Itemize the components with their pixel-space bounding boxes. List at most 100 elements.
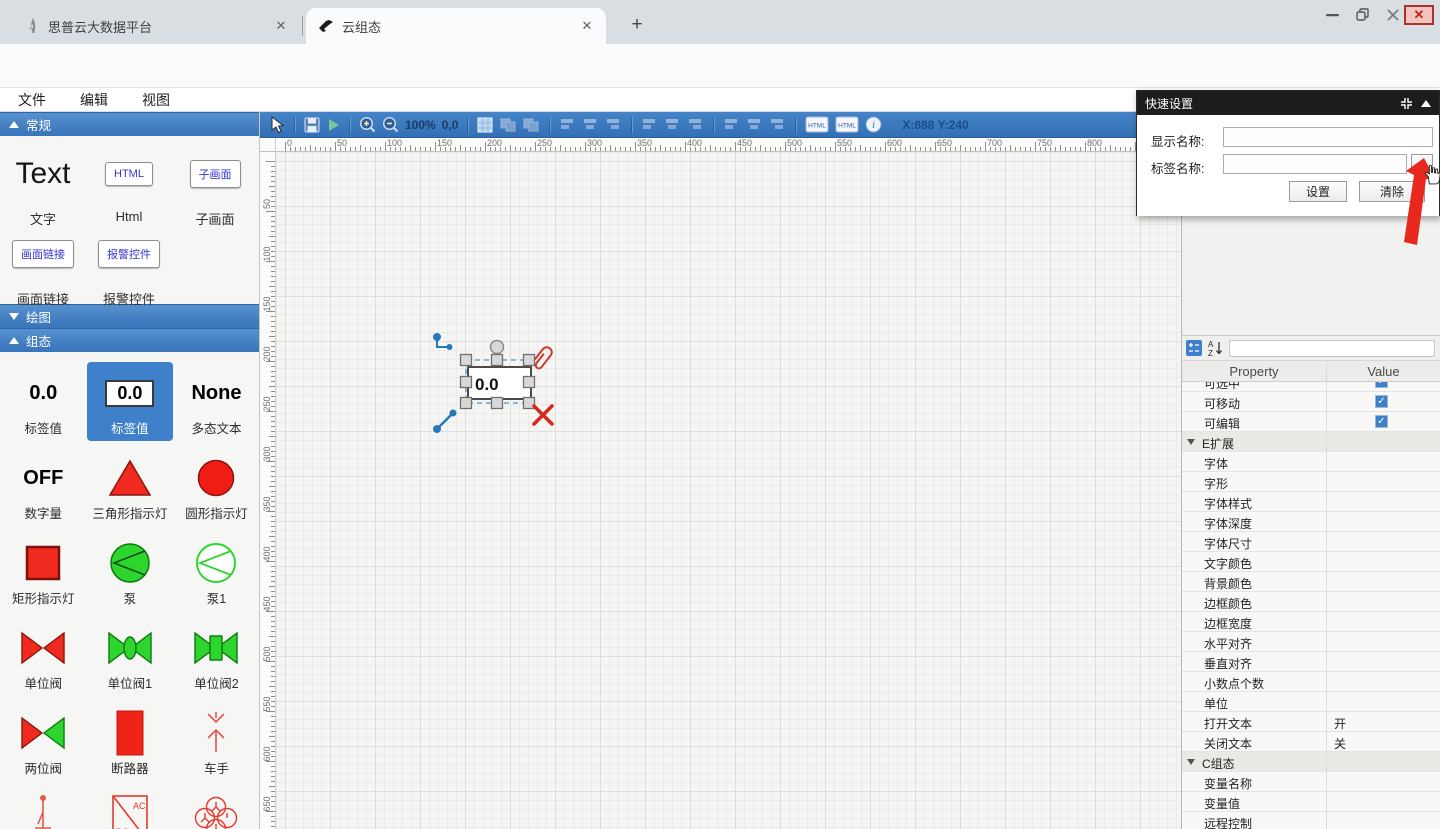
property-row[interactable]: 可编辑✓	[1182, 412, 1440, 432]
property-row[interactable]: 关闭文本关	[1182, 732, 1440, 752]
grid-toggle-icon[interactable]	[477, 117, 493, 133]
palette-item[interactable]: 泵	[87, 532, 174, 611]
set-button[interactable]: 设置	[1289, 181, 1347, 202]
palette-item-screen-link[interactable]: 画面链接 画面链接	[0, 228, 86, 308]
property-row[interactable]: 远程控制	[1182, 812, 1440, 829]
palette-item[interactable]: 断路器	[87, 702, 174, 781]
display-name-input[interactable]	[1223, 127, 1433, 147]
palette-item[interactable]: 刀闸	[0, 787, 87, 829]
restore-icon[interactable]	[1348, 3, 1378, 27]
align-top-icon[interactable]	[641, 117, 658, 133]
property-row[interactable]: 可选中✓	[1182, 382, 1440, 392]
distribute-vertical-icon[interactable]	[746, 117, 763, 133]
property-category-row[interactable]: C组态	[1182, 752, 1440, 772]
new-tab-button[interactable]: +	[624, 12, 650, 38]
dock-icon[interactable]	[1400, 97, 1413, 110]
run-icon[interactable]	[326, 117, 340, 133]
palette-item[interactable]: 0.0标签值	[87, 362, 174, 441]
palette-item[interactable]: 两位阀	[0, 702, 87, 781]
checkbox-checked-icon[interactable]: ✓	[1375, 382, 1388, 388]
palette-item-alarm-control[interactable]: 报警控件 报警控件	[86, 228, 172, 308]
html-export-icon-2[interactable]: HTML	[835, 116, 859, 133]
menu-view[interactable]: 视图	[142, 90, 170, 110]
property-row[interactable]: 边框宽度	[1182, 612, 1440, 632]
property-row[interactable]: 可移动✓	[1182, 392, 1440, 412]
property-row[interactable]: 字体样式	[1182, 492, 1440, 512]
property-column-header[interactable]: Property	[1182, 364, 1326, 379]
remote-close-button[interactable]: ✕	[1404, 5, 1434, 25]
categorize-icon[interactable]	[1185, 339, 1203, 357]
palette-item[interactable]: ACDC逆变器	[87, 787, 174, 829]
distribute-horizontal-icon[interactable]	[723, 117, 740, 133]
tag-name-input[interactable]	[1223, 154, 1407, 174]
align-left-icon[interactable]	[559, 117, 576, 133]
sort-az-icon[interactable]: AZ	[1207, 339, 1223, 357]
palette-item[interactable]: 矩形指示灯	[0, 532, 87, 611]
palette-item[interactable]: 单位阀2	[173, 617, 260, 696]
property-row[interactable]: 变量名称	[1182, 772, 1440, 792]
property-row[interactable]: 垂直对齐	[1182, 652, 1440, 672]
category-expand-icon[interactable]	[1187, 439, 1195, 445]
property-row[interactable]: 边框颜色	[1182, 592, 1440, 612]
browser-tab-1[interactable]: 思普云大数据平台 ✕	[14, 8, 300, 44]
palette-item[interactable]: 0.0标签值	[0, 362, 87, 441]
menu-file[interactable]: 文件	[18, 90, 46, 110]
property-category-row[interactable]: E扩展	[1182, 432, 1440, 452]
align-middle-icon[interactable]	[664, 117, 681, 133]
palette-item-html[interactable]: HTML Html	[86, 148, 172, 228]
group-icon[interactable]	[499, 117, 517, 133]
property-row[interactable]: 变量值	[1182, 792, 1440, 812]
checkbox-checked-icon[interactable]: ✓	[1375, 395, 1388, 408]
palette-item-text[interactable]: Text 文字	[0, 148, 86, 228]
zoom-out-icon[interactable]	[382, 116, 399, 133]
align-right-icon[interactable]	[605, 117, 622, 133]
design-canvas[interactable]: 0.0	[276, 152, 1181, 829]
collapse-panel-icon[interactable]	[1421, 100, 1431, 107]
property-row[interactable]: 字体深度	[1182, 512, 1440, 532]
palette-section-general[interactable]: 常规	[0, 112, 259, 136]
property-row[interactable]: 单位	[1182, 692, 1440, 712]
menu-edit[interactable]: 编辑	[80, 90, 108, 110]
rotate-handle[interactable]	[491, 341, 504, 354]
tab2-close-icon[interactable]: ✕	[578, 17, 596, 35]
category-expand-icon[interactable]	[1187, 759, 1195, 765]
palette-item[interactable]: 车手	[173, 702, 260, 781]
property-row[interactable]: 文字颜色	[1182, 552, 1440, 572]
save-icon[interactable]	[304, 117, 320, 133]
property-row[interactable]: 字形	[1182, 472, 1440, 492]
ungroup-icon[interactable]	[522, 117, 540, 133]
palette-item[interactable]: OFF数字量	[0, 447, 87, 526]
zoom-in-icon[interactable]	[359, 116, 376, 133]
palette-item[interactable]: PT	[173, 787, 260, 829]
property-row[interactable]: 打开文本开	[1182, 712, 1440, 732]
property-row[interactable]: 水平对齐	[1182, 632, 1440, 652]
tab1-close-icon[interactable]: ✕	[272, 17, 290, 35]
property-row[interactable]: 字体	[1182, 452, 1440, 472]
palette-item[interactable]: 单位阀	[0, 617, 87, 696]
palette-item[interactable]: 单位阀1	[87, 617, 174, 696]
property-row[interactable]: 小数点个数	[1182, 672, 1440, 692]
ruler-tick	[315, 147, 316, 151]
property-row[interactable]: 背景颜色	[1182, 572, 1440, 592]
palette-item[interactable]: 圆形指示灯	[173, 447, 260, 526]
align-bottom-icon[interactable]	[687, 117, 704, 133]
palette-section-scada[interactable]: 组态	[0, 328, 259, 352]
palette-item-subscreen[interactable]: 子画面 子画面	[172, 148, 258, 228]
property-filter-bar[interactable]	[1229, 340, 1435, 357]
browser-tab-2[interactable]: 云组态 ✕	[306, 8, 606, 44]
palette-item[interactable]: 三角形指示灯	[87, 447, 174, 526]
palette-item[interactable]: 泵1	[173, 532, 260, 611]
palette-item[interactable]: None多态文本	[173, 362, 260, 441]
cursor-tool-icon[interactable]	[270, 116, 285, 133]
align-center-icon[interactable]	[582, 117, 599, 133]
info-icon[interactable]: i	[865, 116, 882, 133]
property-row[interactable]: 字体尺寸	[1182, 532, 1440, 552]
checkbox-checked-icon[interactable]: ✓	[1375, 415, 1388, 428]
value-column-header[interactable]: Value	[1326, 364, 1440, 379]
html-export-icon[interactable]: HTML	[805, 116, 829, 133]
ruler-number: 250	[262, 392, 272, 416]
selected-element[interactable]: 0.0	[430, 320, 580, 450]
equal-size-icon[interactable]	[769, 117, 786, 133]
quick-settings-header[interactable]: 快速设置	[1137, 91, 1439, 115]
minimize-icon[interactable]	[1318, 3, 1348, 27]
